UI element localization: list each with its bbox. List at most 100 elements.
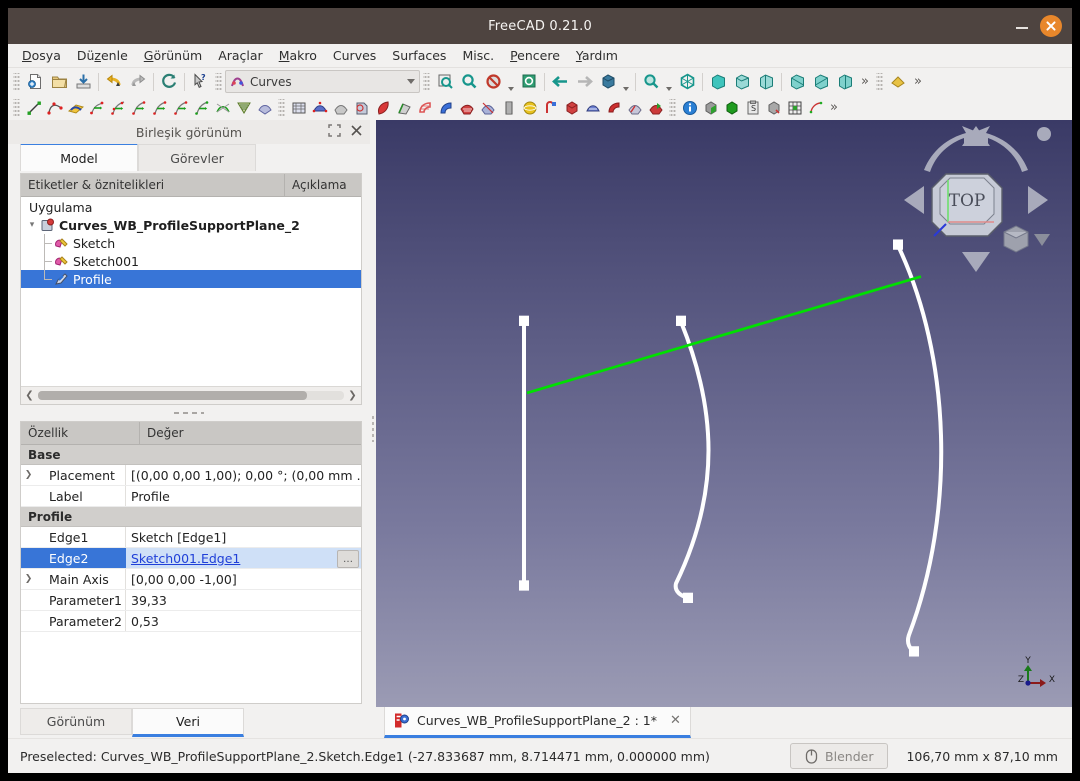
menu-misc[interactable]: Misc. bbox=[454, 45, 502, 66]
clipboard-icon[interactable]: S bbox=[742, 96, 763, 119]
property-row-label[interactable]: Label Profile bbox=[21, 486, 361, 507]
bspline-icon[interactable] bbox=[44, 96, 65, 119]
close-icon[interactable] bbox=[349, 123, 364, 138]
toolbar-grip[interactable] bbox=[278, 98, 285, 117]
zebra-icon[interactable] bbox=[254, 96, 275, 119]
panel-splitter-handle[interactable] bbox=[8, 405, 370, 421]
measure-icon[interactable] bbox=[886, 70, 910, 93]
property-row-parameter2[interactable]: Parameter2 0,53 bbox=[21, 611, 361, 632]
draw-style-icon[interactable] bbox=[481, 70, 505, 93]
property-row-edge1[interactable]: Edge1 Sketch [Edge1] bbox=[21, 527, 361, 548]
document-tab-close-icon[interactable]: ✕ bbox=[670, 713, 681, 728]
surface-icon[interactable] bbox=[330, 96, 351, 119]
save-icon[interactable] bbox=[71, 70, 95, 93]
fit-selection-icon[interactable] bbox=[457, 70, 481, 93]
sphere-icon[interactable] bbox=[519, 96, 540, 119]
zoom-dropdown[interactable] bbox=[663, 68, 675, 96]
expand-twisty-icon[interactable]: ▾ bbox=[25, 216, 39, 234]
front-view-icon[interactable] bbox=[706, 70, 730, 93]
menu-araclar[interactable]: Araçlar bbox=[210, 45, 271, 66]
minimize-button[interactable] bbox=[1014, 18, 1030, 34]
refresh-icon[interactable] bbox=[157, 70, 181, 93]
property-row-main-axis[interactable]: ❯ Main Axis [0,00 0,00 -1,00] bbox=[21, 569, 361, 590]
scrollbar-track[interactable] bbox=[38, 391, 344, 400]
toolbar-grip[interactable] bbox=[669, 98, 676, 117]
chevron-down-icon[interactable] bbox=[407, 79, 415, 84]
editable-spline-icon[interactable] bbox=[65, 96, 86, 119]
property-row-parameter1[interactable]: Parameter1 39,33 bbox=[21, 590, 361, 611]
tree-item-profile[interactable]: Profile bbox=[21, 270, 361, 288]
gordon-surface-icon[interactable] bbox=[372, 96, 393, 119]
curve-on-mesh-icon[interactable] bbox=[603, 96, 624, 119]
new-document-icon[interactable] bbox=[23, 70, 47, 93]
tree-item-sketch001[interactable]: Sketch001 bbox=[21, 252, 361, 270]
tree-item-sketch[interactable]: Sketch bbox=[21, 234, 361, 252]
close-button[interactable] bbox=[1040, 15, 1062, 37]
adjacent-faces-icon[interactable] bbox=[763, 96, 784, 119]
fit-all-icon[interactable] bbox=[433, 70, 457, 93]
toolbar-grip[interactable] bbox=[215, 72, 222, 91]
edit-link-button[interactable]: … bbox=[337, 550, 359, 568]
segment-surface-icon[interactable] bbox=[456, 96, 477, 119]
green-box-icon[interactable] bbox=[721, 96, 742, 119]
isocurve-icon[interactable] bbox=[288, 96, 309, 119]
expand-arrow-icon[interactable]: ❯ bbox=[21, 574, 36, 584]
grid-icon[interactable] bbox=[784, 96, 805, 119]
tab-veri[interactable]: Veri bbox=[132, 708, 244, 737]
discretize-icon[interactable] bbox=[128, 96, 149, 119]
multi-loft-icon[interactable] bbox=[582, 96, 603, 119]
document-tab[interactable]: Curves_WB_ProfileSupportPlane_2 : 1* ✕ bbox=[384, 705, 691, 738]
axonometric-icon[interactable] bbox=[675, 70, 699, 93]
menu-yardim[interactable]: Yardım bbox=[568, 45, 626, 66]
tab-gorevler[interactable]: Görevler bbox=[138, 144, 256, 171]
toolbar-grip[interactable] bbox=[423, 72, 430, 91]
tree-item-document[interactable]: ▾ Curves_WB_ProfileSupportPlane_2 bbox=[21, 216, 361, 234]
pipeshell-icon[interactable] bbox=[414, 96, 435, 119]
join-curve-icon[interactable] bbox=[149, 96, 170, 119]
tab-gorunum[interactable]: Görünüm bbox=[20, 708, 132, 735]
scrollbar-thumb[interactable] bbox=[38, 391, 308, 400]
navigation-cube[interactable]: TOP bbox=[898, 124, 1054, 280]
extract-icon[interactable] bbox=[645, 96, 666, 119]
box-selection-icon[interactable] bbox=[517, 70, 541, 93]
ruled-surface-icon[interactable] bbox=[393, 96, 414, 119]
toolbar-grip[interactable] bbox=[876, 72, 883, 91]
right-view-icon[interactable] bbox=[754, 70, 778, 93]
box-element-icon[interactable] bbox=[700, 96, 721, 119]
blend-curve-icon[interactable] bbox=[212, 96, 233, 119]
profile-support-plane-icon[interactable] bbox=[309, 96, 330, 119]
bottom-view-icon[interactable] bbox=[809, 70, 833, 93]
menu-curves[interactable]: Curves bbox=[325, 45, 384, 66]
menu-duzenle[interactable]: Düzenle bbox=[69, 45, 136, 66]
sweep-icon[interactable] bbox=[351, 96, 372, 119]
toolbar-grip[interactable] bbox=[13, 72, 20, 91]
menu-surfaces[interactable]: Surfaces bbox=[384, 45, 454, 66]
toolbar2-overflow-button[interactable]: » bbox=[826, 100, 842, 115]
split-curve-icon[interactable] bbox=[170, 96, 191, 119]
menu-gorunum[interactable]: Görünüm bbox=[136, 45, 210, 66]
undo-icon[interactable] bbox=[102, 70, 126, 93]
info-icon[interactable] bbox=[679, 96, 700, 119]
tree-item-application[interactable]: Uygulama bbox=[21, 198, 361, 216]
menu-pencere[interactable]: Pencere bbox=[502, 45, 568, 66]
hooks-icon[interactable] bbox=[540, 96, 561, 119]
forward-arrow-icon[interactable] bbox=[572, 70, 596, 93]
property-value-link[interactable]: Sketch001.Edge1 bbox=[131, 551, 240, 566]
std-view-icon[interactable] bbox=[596, 70, 620, 93]
toolbar-overflow-button-2[interactable]: » bbox=[910, 74, 926, 89]
mixed-curve-icon[interactable] bbox=[624, 96, 645, 119]
approximate-icon[interactable] bbox=[107, 96, 128, 119]
property-row-placement[interactable]: ❯ Placement [(0,00 0,00 1,00); 0,00 °; (… bbox=[21, 465, 361, 486]
scroll-left-arrow-icon[interactable]: ❮ bbox=[23, 390, 36, 401]
flatten-icon[interactable] bbox=[435, 96, 456, 119]
toolbar-overflow-button[interactable]: » bbox=[857, 74, 873, 89]
open-folder-icon[interactable] bbox=[47, 70, 71, 93]
zoom-icon[interactable] bbox=[639, 70, 663, 93]
toolbar-grip[interactable] bbox=[13, 98, 20, 117]
menu-dosya[interactable]: Dosya bbox=[14, 45, 69, 66]
interpolate-icon[interactable] bbox=[86, 96, 107, 119]
line-icon[interactable] bbox=[23, 96, 44, 119]
float-window-icon[interactable] bbox=[327, 123, 342, 138]
expand-arrow-icon[interactable]: ❯ bbox=[21, 470, 36, 480]
workbench-selector[interactable]: Curves bbox=[225, 70, 420, 93]
